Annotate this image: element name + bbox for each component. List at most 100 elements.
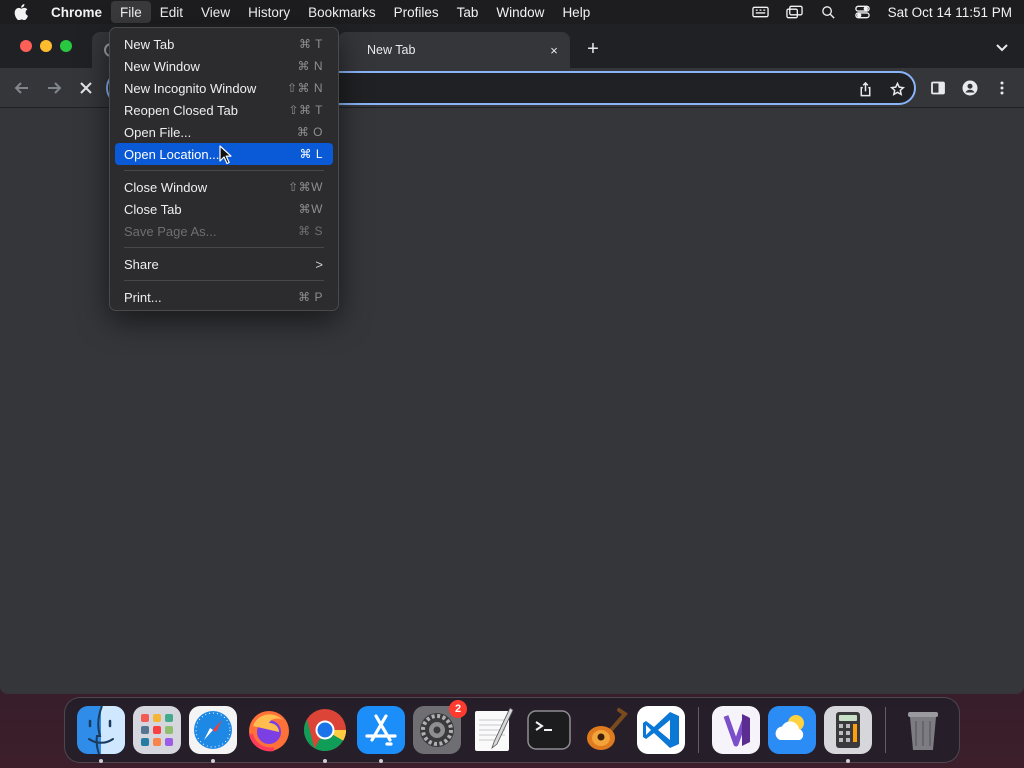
menu-item-label: Save Page As... (124, 223, 217, 239)
menu-separator (124, 170, 324, 171)
keyboard-input-icon[interactable] (744, 0, 778, 24)
calculator-icon (824, 706, 872, 754)
menu-app-name[interactable]: Chrome (42, 1, 111, 23)
menu-item-shortcut: ⌘ P (298, 290, 323, 304)
menu-edit[interactable]: Edit (151, 1, 192, 23)
running-indicator (323, 759, 327, 763)
mouse-pointer-icon (219, 145, 232, 165)
menu-item-shortcut: ⌘ L (299, 147, 323, 161)
visual-studio-icon (712, 706, 760, 754)
dock-app-trash[interactable] (899, 706, 947, 754)
menu-item-label: Open Location... (124, 146, 220, 162)
dock-app-finder[interactable] (77, 706, 125, 763)
chevron-right-icon: > (315, 256, 323, 272)
menu-item-label: Close Tab (124, 201, 182, 217)
chrome-icon (304, 709, 346, 752)
menu-item-shortcut: ⌘ S (298, 224, 323, 238)
menu-separator (124, 280, 324, 281)
menu-item-new-incognito-window[interactable]: New Incognito Window ⇧⌘ N (115, 77, 333, 99)
menu-item-shortcut: ⌘ N (297, 59, 323, 73)
dock-app-textedit[interactable] (469, 706, 517, 754)
tab-search-chevron-icon[interactable] (994, 40, 1010, 56)
dock-app-visual-studio[interactable] (712, 706, 760, 754)
menu-bookmarks[interactable]: Bookmarks (299, 1, 385, 23)
menu-item-shortcut: ⌘W (298, 202, 323, 216)
terminal-icon (527, 710, 571, 750)
window-minimize-button[interactable] (40, 40, 52, 52)
menu-item-open-file[interactable]: Open File... ⌘ O (115, 121, 333, 143)
menu-item-share[interactable]: Share > (115, 253, 333, 275)
apple-menu-icon[interactable] (0, 0, 42, 24)
menu-history[interactable]: History (239, 1, 299, 23)
dock-app-chrome[interactable] (301, 706, 349, 763)
menu-item-new-window[interactable]: New Window ⌘ N (115, 55, 333, 77)
more-options-icon[interactable] (990, 76, 1014, 100)
dock-app-garageband[interactable] (581, 706, 629, 754)
menu-file[interactable]: File (111, 1, 151, 23)
dock-app-firefox[interactable] (245, 706, 293, 754)
weather-icon (768, 706, 816, 754)
menu-bar: Chrome File Edit View History Bookmarks … (0, 0, 1024, 24)
spotlight-search-icon[interactable] (812, 0, 846, 24)
menu-item-shortcut: ⌘ O (296, 125, 323, 139)
menu-help[interactable]: Help (553, 1, 599, 23)
running-indicator (211, 759, 215, 763)
screen-mirroring-icon[interactable] (778, 0, 812, 24)
dock-divider (885, 707, 886, 753)
dock-divider (698, 707, 699, 753)
menu-item-label: New Incognito Window (124, 80, 257, 96)
dock-app-calculator[interactable] (824, 706, 872, 763)
menu-window[interactable]: Window (487, 1, 553, 23)
dock-app-weather[interactable] (768, 706, 816, 754)
side-panel-icon[interactable] (926, 76, 950, 100)
dock-app-terminal[interactable] (525, 706, 573, 754)
menu-view[interactable]: View (192, 1, 239, 23)
menu-item-label: Print... (124, 289, 162, 305)
dock-app-app-store[interactable] (357, 706, 405, 763)
dock-app-safari[interactable] (189, 706, 237, 763)
menu-bar-clock[interactable]: Sat Oct 14 11:51 PM (880, 5, 1016, 20)
window-zoom-button[interactable] (60, 40, 72, 52)
bookmark-star-icon[interactable] (888, 80, 906, 98)
new-tab-button[interactable]: + (582, 38, 604, 60)
forward-button[interactable] (42, 76, 66, 100)
finder-icon (77, 706, 125, 754)
menu-item-label: Close Window (124, 179, 208, 195)
safari-icon (189, 706, 237, 754)
share-icon[interactable] (856, 80, 874, 98)
menu-item-label: Reopen Closed Tab (124, 102, 238, 118)
running-indicator (846, 759, 850, 763)
menu-item-reopen-closed-tab[interactable]: Reopen Closed Tab ⇧⌘ T (115, 99, 333, 121)
running-indicator (379, 759, 383, 763)
dock-app-launchpad[interactable] (133, 706, 181, 754)
profile-avatar-icon[interactable] (958, 76, 982, 100)
tab-new-tab[interactable]: New Tab × (338, 32, 570, 68)
tab-close-icon[interactable]: × (546, 42, 562, 58)
window-close-button[interactable] (20, 40, 32, 52)
control-center-icon[interactable] (846, 0, 880, 24)
menu-item-shortcut: ⇧⌘ T (288, 103, 323, 117)
menu-item-label: New Tab (124, 36, 175, 52)
firefox-icon (249, 711, 289, 752)
stop-loading-button[interactable] (74, 76, 98, 100)
menu-item-save-page-as: Save Page As... ⌘ S (115, 220, 333, 242)
launchpad-icon (133, 706, 181, 754)
menu-item-close-window[interactable]: Close Window ⇧⌘W (115, 176, 333, 198)
window-controls (20, 40, 72, 52)
notification-badge: 2 (449, 700, 467, 718)
menu-item-close-tab[interactable]: Close Tab ⌘W (115, 198, 333, 220)
app-store-icon (357, 706, 405, 754)
menu-item-shortcut: ⇧⌘ N (286, 81, 323, 95)
back-button[interactable] (10, 76, 34, 100)
menu-item-label: Open File... (124, 124, 192, 140)
menu-profiles[interactable]: Profiles (385, 1, 448, 23)
menu-item-shortcut: ⇧⌘W (288, 180, 323, 194)
dock-app-system-settings[interactable]: 2 (413, 700, 467, 754)
menu-separator (124, 247, 324, 248)
menu-tab[interactable]: Tab (448, 1, 488, 23)
dock-app-vscode[interactable] (637, 706, 685, 754)
menu-item-new-tab[interactable]: New Tab ⌘ T (115, 33, 333, 55)
menu-item-print[interactable]: Print... ⌘ P (115, 286, 333, 308)
menu-bar-status-area: Sat Oct 14 11:51 PM (744, 0, 1024, 24)
menu-item-label: New Window (124, 58, 200, 74)
